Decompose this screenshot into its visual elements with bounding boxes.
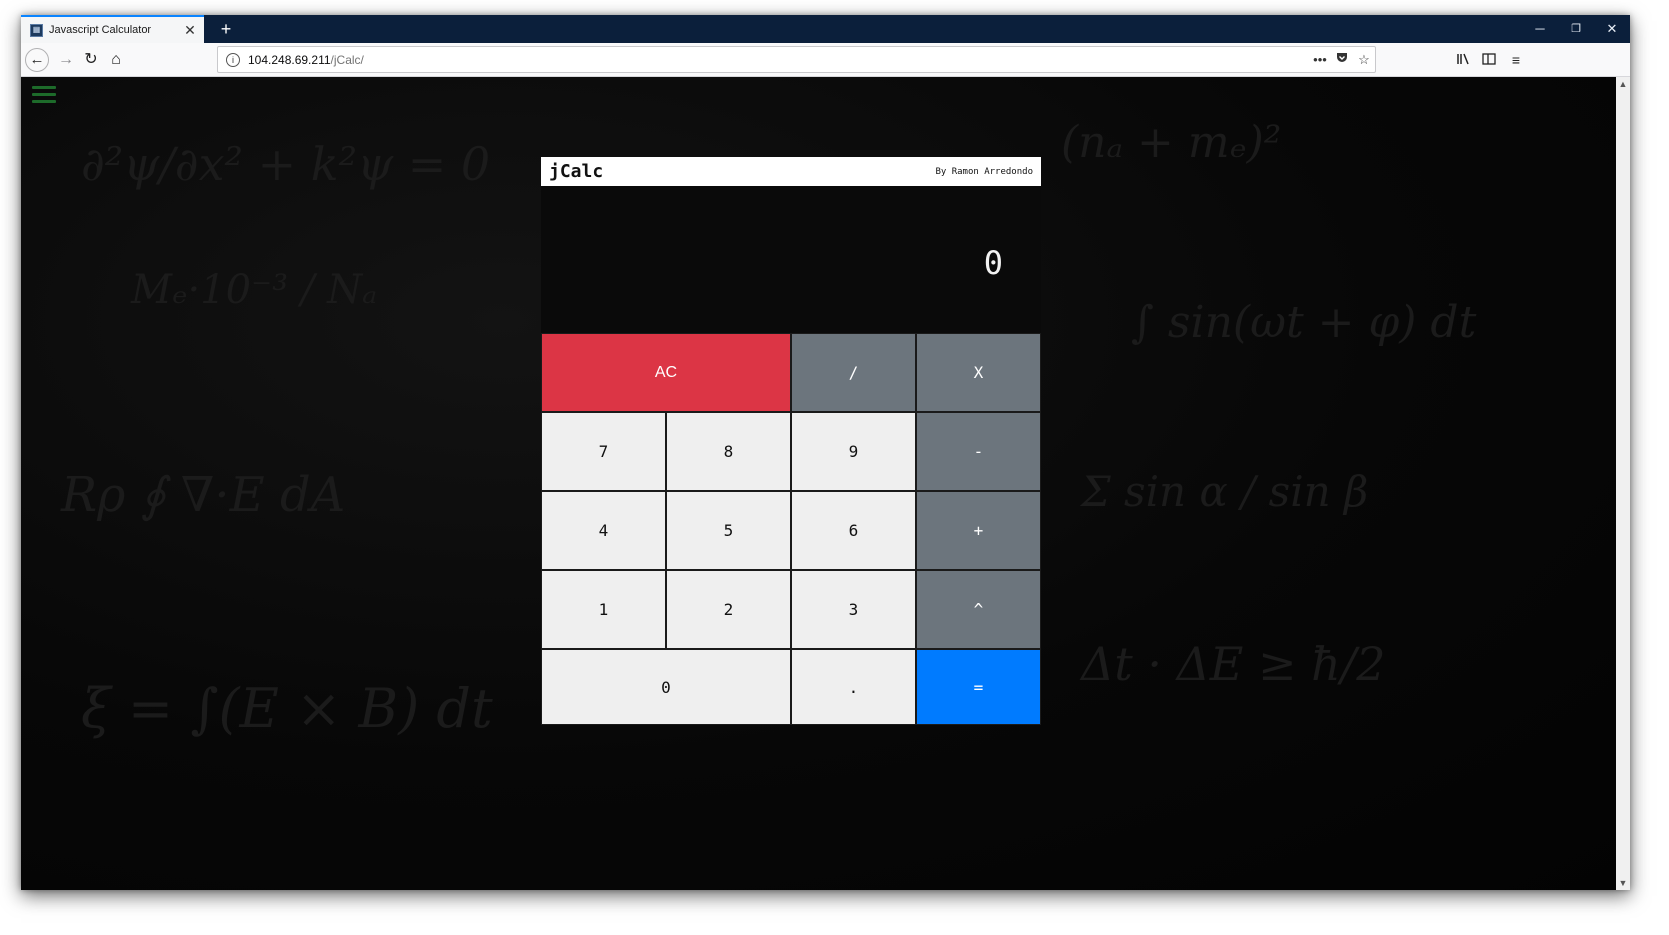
- address-bar[interactable]: i 104.248.69.211 /jCalc/ ••• ☆: [217, 46, 1376, 73]
- background-formula-decoration: ξ = ∫(E × B) dt: [81, 677, 493, 740]
- digit-2-button[interactable]: 2: [666, 570, 791, 649]
- page-content: ∂²ψ/∂x² + k²ψ = 0 Mₑ·10⁻³ / Nₐ Rρ ∮ ∇·E …: [21, 77, 1630, 890]
- page-actions-icon[interactable]: •••: [1309, 52, 1331, 67]
- background-formula-decoration: Σ sin α / sin β: [1081, 467, 1369, 516]
- tab-bar: ▦ Javascript Calculator ✕ + ─ ❐ ✕: [21, 15, 1630, 43]
- window-close-button[interactable]: ✕: [1594, 15, 1630, 43]
- new-tab-button[interactable]: +: [214, 17, 238, 41]
- display-value: 0: [983, 244, 1003, 282]
- digit-8-button[interactable]: 8: [666, 412, 791, 491]
- hamburger-menu-icon[interactable]: [32, 86, 56, 108]
- background-formula-decoration: Δt · ΔE ≥ ħ/2: [1081, 637, 1386, 691]
- power-button[interactable]: ^: [916, 570, 1041, 649]
- sidebar-icon[interactable]: [1477, 48, 1501, 72]
- calculator-title: jCalc: [549, 161, 604, 182]
- keypad: AC / X 7 8 9 - 4 5 6 + 1 2 3 ^ 0 . =: [541, 333, 1041, 725]
- digit-5-button[interactable]: 5: [666, 491, 791, 570]
- pocket-icon[interactable]: [1331, 52, 1353, 67]
- url-path: /jCalc/: [330, 52, 364, 67]
- browser-window: ▦ Javascript Calculator ✕ + ─ ❐ ✕ ← → ↻ …: [21, 15, 1630, 890]
- subtract-button[interactable]: -: [916, 412, 1041, 491]
- calculator-author: By Ramon Arredondo: [935, 166, 1033, 177]
- digit-0-button[interactable]: 0: [541, 649, 791, 725]
- background-formula-decoration: Mₑ·10⁻³ / Nₐ: [131, 267, 378, 313]
- divide-button[interactable]: /: [791, 333, 916, 412]
- equals-button[interactable]: =: [916, 649, 1041, 725]
- back-icon[interactable]: ←: [25, 48, 49, 72]
- digit-3-button[interactable]: 3: [791, 570, 916, 649]
- bookmark-star-icon[interactable]: ☆: [1353, 52, 1375, 68]
- reload-icon[interactable]: ↻: [79, 48, 103, 72]
- scroll-up-icon[interactable]: ▲: [1616, 79, 1630, 89]
- menu-icon[interactable]: ≡: [1504, 48, 1528, 72]
- background-formula-decoration: ∂²ψ/∂x² + k²ψ = 0: [81, 137, 491, 191]
- digit-4-button[interactable]: 4: [541, 491, 666, 570]
- calculator: jCalc By Ramon Arredondo 0 AC / X 7 8 9 …: [541, 157, 1041, 725]
- add-button[interactable]: +: [916, 491, 1041, 570]
- decimal-button[interactable]: .: [791, 649, 916, 725]
- home-icon[interactable]: ⌂: [104, 48, 128, 72]
- tab-close-icon[interactable]: ✕: [182, 22, 198, 39]
- background-formula-decoration: (nₐ + mₑ)²: [1061, 117, 1282, 168]
- window-restore-button[interactable]: ❐: [1558, 15, 1594, 43]
- tab-title: Javascript Calculator: [49, 24, 152, 36]
- tab-javascript-calculator[interactable]: ▦ Javascript Calculator ✕: [21, 15, 204, 43]
- url-host: 104.248.69.211: [248, 52, 331, 67]
- page-scrollbar[interactable]: ▲ ▼: [1616, 77, 1630, 890]
- digit-6-button[interactable]: 6: [791, 491, 916, 570]
- library-icon[interactable]: [1452, 48, 1476, 72]
- navigation-toolbar: ← → ↻ ⌂ i 104.248.69.211 /jCalc/ ••• ☆ ≡: [21, 43, 1630, 77]
- window-minimize-button[interactable]: ─: [1522, 15, 1558, 43]
- calculator-favicon-icon: ▦: [30, 23, 43, 37]
- site-info-icon[interactable]: i: [226, 52, 240, 67]
- background-formula-decoration: ∫ sin(ωt + φ) dt: [1131, 297, 1477, 348]
- digit-7-button[interactable]: 7: [541, 412, 666, 491]
- background-formula-decoration: Rρ ∮ ∇·E dA: [61, 467, 346, 523]
- forward-icon[interactable]: →: [54, 48, 78, 72]
- multiply-button[interactable]: X: [916, 333, 1041, 412]
- digit-9-button[interactable]: 9: [791, 412, 916, 491]
- digit-1-button[interactable]: 1: [541, 570, 666, 649]
- clear-button[interactable]: AC: [541, 333, 791, 412]
- scroll-down-icon[interactable]: ▼: [1616, 878, 1630, 888]
- calculator-display: 0: [541, 186, 1041, 333]
- calculator-header: jCalc By Ramon Arredondo: [541, 157, 1041, 186]
